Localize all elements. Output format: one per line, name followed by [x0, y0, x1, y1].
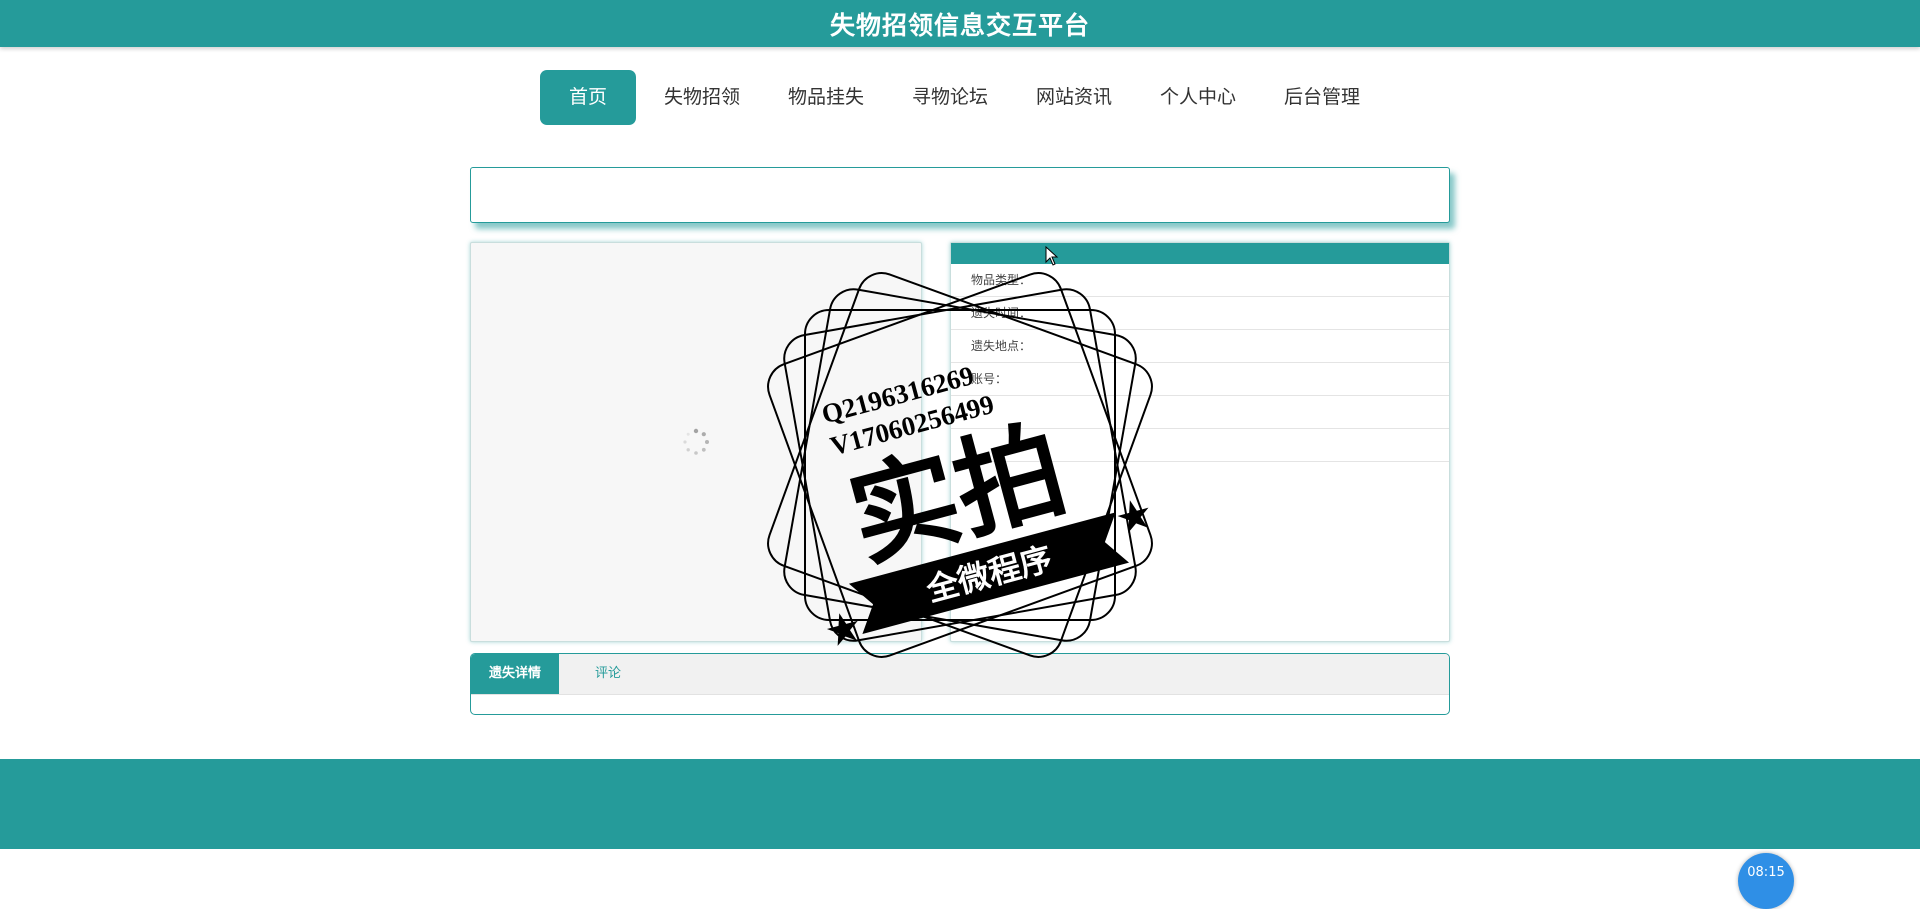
main-nav: 首页 失物招领 物品挂失 寻物论坛 网站资讯 个人中心 后台管理 — [0, 70, 1920, 125]
tab-comments[interactable]: 评论 — [559, 654, 657, 694]
nav-item-report-lost[interactable]: 物品挂失 — [768, 70, 884, 125]
tab-lost-details[interactable]: 遗失详情 — [471, 654, 560, 694]
title-banner-box — [470, 167, 1450, 223]
mouse-cursor-icon — [1045, 246, 1059, 266]
nav-item-news[interactable]: 网站资讯 — [1016, 70, 1132, 125]
site-title: 失物招领信息交互平台 — [829, 10, 1090, 40]
clock-widget[interactable]: 08:15 — [1738, 853, 1794, 909]
nav-item-admin[interactable]: 后台管理 — [1264, 70, 1380, 125]
watermark-stamp: Q2196316269 V17060256499 实拍 全微程序 — [767, 272, 1153, 658]
loading-spinner-icon — [683, 428, 709, 455]
page-footer — [0, 759, 1920, 849]
nav-item-lost-and-found[interactable]: 失物招领 — [644, 70, 760, 125]
nav-item-forum[interactable]: 寻物论坛 — [892, 70, 1008, 125]
nav-item-personal-center[interactable]: 个人中心 — [1140, 70, 1256, 125]
top-header-bar: 失物招领信息交互平台 — [0, 0, 1920, 47]
nav-item-home[interactable]: 首页 — [539, 70, 636, 125]
